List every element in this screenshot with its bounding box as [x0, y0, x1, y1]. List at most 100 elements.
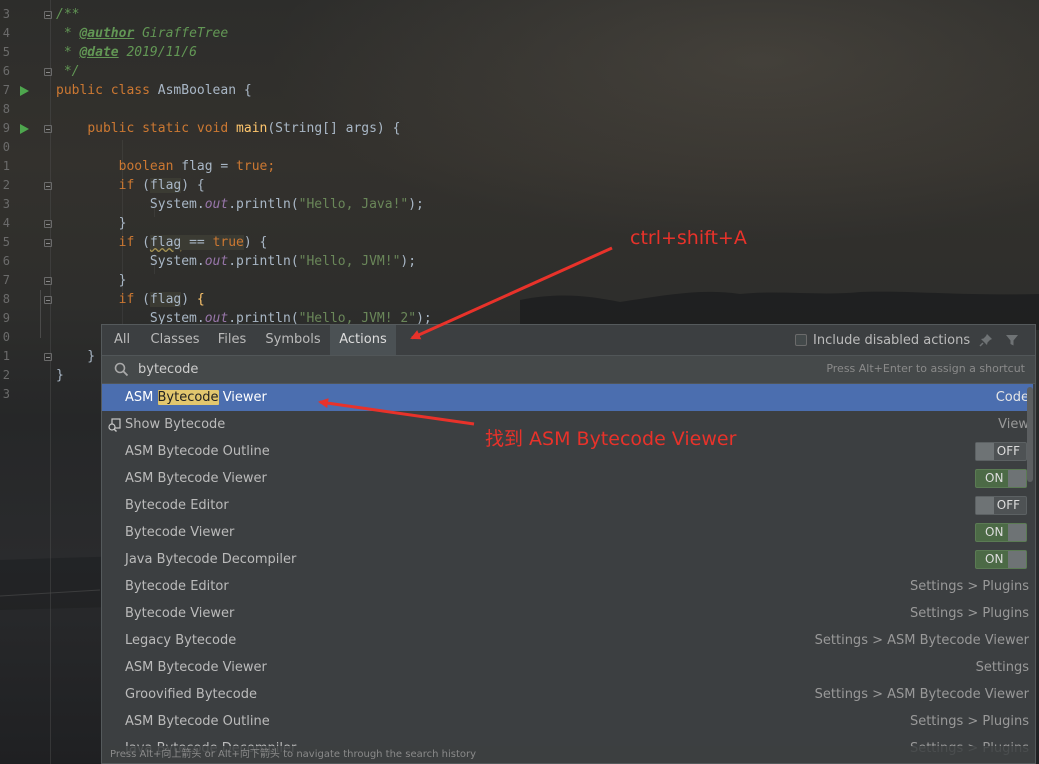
line-number: 5: [2, 235, 10, 249]
line-number: 4: [2, 216, 10, 230]
code-comment-date: * @date 2019/11/6: [56, 45, 197, 60]
fold-marker-icon[interactable]: [44, 68, 52, 76]
run-main-icon[interactable]: [20, 124, 29, 134]
result-name: Bytecode Viewer: [125, 525, 235, 540]
code-println-jvm: System.out.println("Hello, JVM!");: [149, 254, 417, 269]
plugin-toggle[interactable]: OFF: [975, 496, 1027, 515]
search-icon: [114, 362, 129, 377]
bytecode-view-icon: [108, 418, 121, 432]
pin-icon[interactable]: [979, 333, 993, 347]
result-row[interactable]: ASM Bytecode Viewer ON: [102, 465, 1033, 492]
line-number: 6: [2, 254, 10, 268]
toggle-label: ON: [985, 525, 1004, 539]
line-number: 3: [2, 387, 10, 401]
search-input[interactable]: [138, 359, 738, 380]
result-name: ASM Bytecode Viewer: [125, 471, 267, 486]
plugin-toggle[interactable]: OFF: [975, 442, 1027, 461]
line-number: 8: [2, 292, 10, 306]
fold-marker-icon[interactable]: [44, 11, 52, 19]
plugin-toggle[interactable]: ON: [975, 550, 1027, 569]
tab-files[interactable]: Files: [212, 325, 252, 355]
result-location: Settings: [975, 660, 1029, 675]
line-number: 0: [2, 140, 10, 154]
toggle-knob: [1008, 470, 1026, 487]
include-disabled-actions-checkbox[interactable]: Include disabled actions: [795, 331, 970, 349]
fold-marker-icon[interactable]: [44, 353, 52, 361]
filter-icon[interactable]: [1005, 333, 1019, 347]
result-name: ASM Bytecode Outline: [125, 714, 270, 729]
result-row[interactable]: ASM Bytecode Viewer Settings: [102, 654, 1033, 681]
code-println-java: System.out.println("Hello, Java!");: [149, 197, 424, 212]
result-location: Settings > ASM Bytecode Viewer: [814, 633, 1029, 648]
fold-marker-icon[interactable]: [44, 182, 52, 190]
line-gutter[interactable]: 3 4 5 6 7 8 9 0 1 2 3 4 5 6 7 8 9 0 1 2 3: [0, 0, 51, 764]
result-location: Settings > Plugins: [909, 606, 1029, 621]
results-scrollbar[interactable]: [1027, 387, 1033, 482]
search-history-hint: Press Alt+向上箭头 or Alt+向下箭头 to navigate t…: [102, 746, 1035, 763]
annotation-shortcut: ctrl+shift+A: [630, 227, 747, 249]
code-brace: }: [56, 349, 96, 364]
code-if-statement-2: if (flag == true) {: [118, 235, 268, 250]
fold-marker-icon[interactable]: [44, 296, 52, 304]
line-number: 5: [2, 45, 10, 59]
include-disabled-label: Include disabled actions: [813, 332, 971, 348]
fold-marker-icon[interactable]: [44, 125, 52, 133]
toggle-label: ON: [985, 552, 1004, 566]
line-number: 2: [2, 368, 10, 382]
result-location: Code: [995, 390, 1029, 405]
tab-actions[interactable]: Actions: [330, 325, 396, 355]
result-name: ASM Bytecode Viewer: [125, 660, 267, 675]
result-row[interactable]: Groovified Bytecode Settings > ASM Byteco…: [102, 681, 1033, 708]
result-row[interactable]: Legacy Bytecode Settings > ASM Bytecode V…: [102, 627, 1033, 654]
result-location: Settings > Plugins: [909, 579, 1029, 594]
code-main-method: public static void main(String[] args) {: [87, 121, 401, 136]
line-number: 8: [2, 102, 10, 116]
result-name: Java Bytecode Decompiler: [125, 552, 297, 567]
toggle-knob: [976, 497, 994, 514]
result-row[interactable]: Bytecode Viewer Settings > Plugins: [102, 600, 1033, 627]
plugin-toggle[interactable]: ON: [975, 523, 1027, 542]
result-row[interactable]: Java Bytecode Decompiler ON: [102, 546, 1033, 573]
code-class-declaration: public class AsmBoolean {: [56, 83, 252, 98]
tab-classes[interactable]: Classes: [144, 325, 206, 355]
result-row[interactable]: ASM Bytecode Outline Settings > Plugins: [102, 708, 1033, 735]
code-if-statement-1: if (flag) {: [118, 178, 205, 193]
toggle-label: OFF: [996, 498, 1020, 512]
search-row: Press Alt+Enter to assign a shortcut: [102, 355, 1035, 384]
result-row[interactable]: Bytecode Editor OFF: [102, 492, 1033, 519]
search-everywhere-popup[interactable]: All Classes Files Symbols Actions Includ…: [101, 324, 1036, 764]
result-row[interactable]: Bytecode Viewer ON: [102, 519, 1033, 546]
code-if-statement-3: if (flag) {: [118, 292, 205, 307]
run-class-icon[interactable]: [20, 86, 29, 96]
indent-guide: [40, 290, 41, 338]
result-name: Show Bytecode: [125, 417, 226, 432]
plugin-toggle[interactable]: ON: [975, 469, 1027, 488]
line-number: 9: [2, 121, 10, 135]
line-number: 9: [2, 311, 10, 325]
result-location: Settings > Plugins: [909, 714, 1029, 729]
result-name: ASM Bytecode Viewer: [125, 390, 267, 405]
result-row[interactable]: Bytecode Editor Settings > Plugins: [102, 573, 1033, 600]
line-number: 3: [2, 7, 10, 21]
code-comment-close: */: [56, 64, 80, 79]
result-name: Bytecode Editor: [125, 579, 229, 594]
line-number: 6: [2, 64, 10, 78]
fold-marker-icon[interactable]: [44, 277, 52, 285]
code-flag-declaration: boolean flag = true;: [118, 159, 276, 174]
result-name: Groovified Bytecode: [125, 687, 257, 702]
tab-symbols[interactable]: Symbols: [260, 325, 326, 355]
match-highlight: Bytecode: [157, 390, 219, 405]
tab-all[interactable]: All: [108, 325, 136, 355]
fold-marker-icon[interactable]: [44, 239, 52, 247]
toggle-knob: [1008, 551, 1026, 568]
result-row[interactable]: ASM Bytecode Viewer Code: [102, 384, 1033, 411]
line-number: 7: [2, 83, 10, 97]
checkbox-box[interactable]: [795, 334, 807, 346]
shortcut-hint: Press Alt+Enter to assign a shortcut: [826, 362, 1025, 375]
line-number: 7: [2, 273, 10, 287]
fold-marker-icon[interactable]: [44, 220, 52, 228]
line-number: 1: [2, 349, 10, 363]
line-number: 0: [2, 330, 10, 344]
line-number: 4: [2, 26, 10, 40]
code-comment-open: /**: [56, 7, 80, 22]
